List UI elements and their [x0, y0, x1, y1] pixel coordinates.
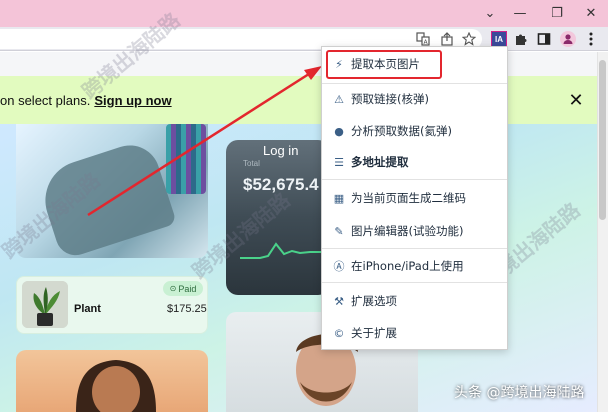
menu-divider	[322, 179, 507, 180]
kebab-menu-icon[interactable]	[580, 28, 602, 50]
footer-watermark: 头条 @跨境出海陆路	[454, 385, 585, 401]
menu-divider	[322, 248, 507, 249]
extension-dropdown-menu: ⚡ 提取本页图片 ⚠ 预取链接(核弹) ● 分析预取数据(氦弹) ☰ 多地址提取…	[321, 46, 508, 350]
annotation-highlight-box	[326, 50, 442, 79]
plant-thumbnail	[22, 281, 68, 328]
sign-up-link[interactable]: Sign up now	[94, 93, 171, 108]
menu-item-label: 图片编辑器(试验功能)	[351, 224, 464, 238]
app-store-icon: Ⓐ	[333, 260, 345, 273]
check-circle-icon: ⊙	[169, 284, 177, 293]
menu-item-about-extension[interactable]: © 关于扩展	[322, 319, 507, 347]
bomb-icon: ●	[334, 124, 344, 138]
extensions-puzzle-icon[interactable]	[510, 28, 532, 50]
menu-item-generate-qrcode[interactable]: ▦ 为当前页面生成二维码	[322, 184, 507, 212]
banner-text: on select plans.	[0, 92, 91, 108]
sidepanel-icon[interactable]	[533, 28, 555, 50]
profile-avatar-icon[interactable]	[557, 28, 579, 50]
menu-item-label: 为当前页面生成二维码	[351, 191, 466, 205]
wrench-icon: ⚒	[334, 294, 344, 308]
paid-label: Paid	[178, 283, 197, 294]
bag-image	[166, 124, 206, 194]
login-link[interactable]: Log in	[263, 143, 298, 158]
plant-name: Plant	[74, 303, 101, 315]
menu-item-label: 关于扩展	[351, 326, 397, 340]
copyright-icon: ©	[333, 326, 345, 340]
warning-triangle-icon: ⚠	[334, 92, 344, 106]
scrollbar-thumb[interactable]	[599, 60, 606, 220]
menu-item-prefetch-links[interactable]: ⚠ 预取链接(核弹)	[322, 85, 507, 113]
menu-divider	[322, 282, 507, 283]
collapse-tabs-icon[interactable]: ⌄	[473, 0, 507, 27]
person-photo-card-1	[16, 350, 208, 412]
list-icon: ☰	[334, 155, 344, 169]
paid-status-badge: ⊙ Paid	[163, 281, 203, 296]
extension-badge: IA	[491, 31, 507, 47]
qrcode-icon: ▦	[333, 191, 345, 205]
fashion-image-card	[16, 124, 208, 258]
menu-item-label: 分析预取数据(氦弹)	[351, 124, 452, 138]
total-label: Total	[243, 159, 260, 168]
edit-icon: ✎	[334, 224, 344, 238]
menu-item-label: 在iPhone/iPad上使用	[351, 259, 464, 273]
menu-divider	[322, 83, 507, 84]
menu-item-use-on-iphone[interactable]: Ⓐ 在iPhone/iPad上使用	[322, 252, 507, 280]
menu-item-label: 多地址提取	[351, 155, 409, 169]
minimize-button[interactable]: —	[503, 0, 537, 27]
menu-item-extension-options[interactable]: ⚒ 扩展选项	[322, 287, 507, 315]
menu-item-label: 扩展选项	[351, 294, 397, 308]
banner-close-icon[interactable]: ✕	[566, 89, 586, 111]
menu-item-multi-url-extract[interactable]: ☰ 多地址提取	[322, 148, 507, 176]
menu-item-analyze-prefetch[interactable]: ● 分析预取数据(氦弹)	[322, 117, 507, 145]
menu-item-image-editor[interactable]: ✎ 图片编辑器(试验功能)	[322, 217, 507, 245]
close-window-button[interactable]: ✕	[574, 0, 608, 27]
maximize-button[interactable]: ❐	[540, 0, 574, 27]
plant-price: $175.25	[167, 303, 207, 315]
menu-item-label: 预取链接(核弹)	[351, 92, 429, 106]
